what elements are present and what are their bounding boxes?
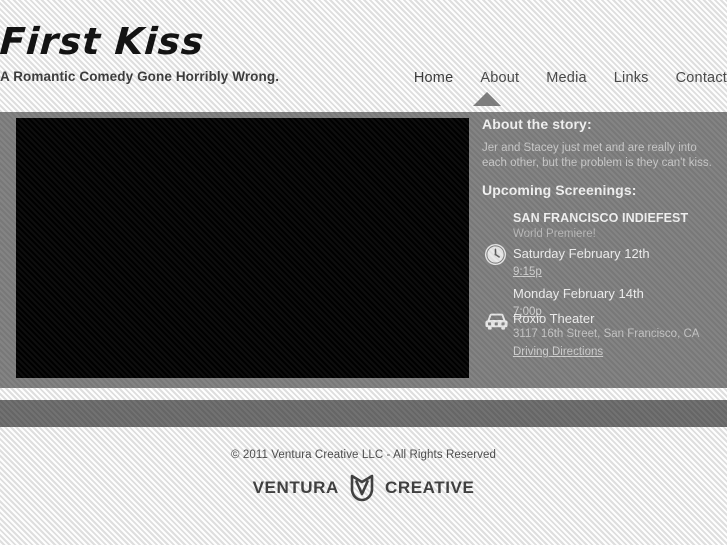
venue-address: 3117 16th Street, San Francisco, CA — [513, 328, 700, 340]
brand: First Kiss A Romantic Comedy Gone Horrib… — [0, 20, 280, 84]
showtime-date: Monday February 14th — [513, 286, 644, 301]
sidebar: About the story: Jer and Stacey just met… — [482, 112, 727, 388]
dark-divider-band — [0, 400, 727, 427]
ventura-v-shield-icon — [350, 474, 374, 502]
active-nav-pointer-icon — [473, 92, 501, 106]
driving-directions-link[interactable]: Driving Directions — [513, 345, 603, 360]
about-text: Jer and Stacey just met and are really i… — [482, 142, 712, 169]
nav-item-home[interactable]: Home — [414, 70, 453, 86]
site-tagline: A Romantic Comedy Gone Horribly Wrong. — [0, 69, 280, 84]
clock-icon — [484, 243, 507, 266]
nav-item-contact[interactable]: Contact — [676, 70, 727, 86]
logo-word-left: VENTURA — [252, 478, 339, 497]
venue-name: Roxio Theater — [513, 311, 595, 326]
ventura-creative-logo[interactable]: VENTURA CREATIVE — [0, 472, 727, 504]
logo-word-right: CREATIVE — [384, 478, 475, 497]
page-title: First Kiss — [0, 20, 206, 63]
nav-item-links[interactable]: Links — [614, 70, 649, 86]
site-header: First Kiss A Romantic Comedy Gone Horrib… — [0, 0, 727, 112]
main-navigation: Home About Media Links Contact — [414, 70, 727, 86]
about-heading: About the story: — [482, 116, 592, 132]
site-footer: © 2011 Ventura Creative LLC - All Rights… — [0, 427, 727, 545]
nav-item-about[interactable]: About — [480, 70, 519, 86]
car-icon — [485, 313, 508, 330]
main-content-band: About the story: Jer and Stacey just met… — [0, 112, 727, 388]
venue-block: Roxio Theater 3117 16th Street, San Fran… — [513, 311, 699, 360]
festival-subtitle: World Premiere! — [513, 228, 596, 240]
copyright-text: © 2011 Ventura Creative LLC - All Rights… — [230, 449, 496, 461]
festival-name: SAN FRANCISCO INDIEFEST — [513, 211, 689, 225]
video-player[interactable] — [16, 118, 469, 378]
light-divider-band — [0, 388, 727, 400]
nav-item-media[interactable]: Media — [546, 70, 587, 86]
showtime-date: Saturday February 12th — [513, 246, 650, 261]
showtime-time-link[interactable]: 9:15p — [513, 265, 542, 280]
screenings-heading: Upcoming Screenings: — [482, 182, 637, 198]
festival-block: SAN FRANCISCO INDIEFEST World Premiere! — [513, 211, 688, 240]
